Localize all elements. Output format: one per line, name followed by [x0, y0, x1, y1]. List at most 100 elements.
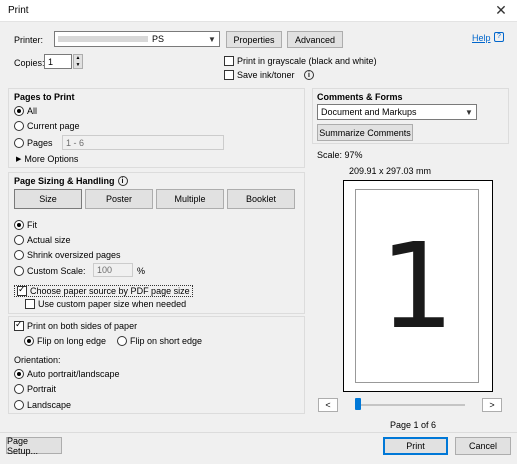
short-edge-label: Flip on short edge	[130, 336, 203, 346]
short-edge-radio[interactable]	[117, 336, 127, 346]
help-icon[interactable]: ?	[494, 32, 504, 42]
auto-orientation-radio[interactable]	[14, 369, 24, 379]
pages-range-label: Pages	[27, 138, 53, 148]
printer-select[interactable]: PS ▼	[54, 31, 220, 47]
info-icon[interactable]: i	[304, 70, 314, 80]
paper-source-option[interactable]: Choose paper source by PDF page size	[14, 284, 193, 297]
tab-booklet[interactable]: Booklet	[227, 189, 295, 209]
actual-size-label: Actual size	[27, 235, 71, 245]
next-page-button[interactable]: >	[482, 398, 502, 412]
custom-scale-radio[interactable]	[14, 266, 24, 276]
long-edge-option[interactable]: Flip on long edge	[24, 336, 106, 346]
preview-page: 1	[355, 189, 479, 383]
custom-paper-option[interactable]: Use custom paper size when needed	[25, 299, 186, 309]
stepper-up-icon[interactable]: ▲	[76, 55, 81, 61]
info-icon[interactable]: i	[117, 176, 128, 186]
triangle-right-icon[interactable]: ▶	[16, 155, 21, 163]
page-sizing-header-row: Page Sizing & Handling i	[14, 176, 128, 186]
landscape-label: Landscape	[27, 400, 72, 410]
auto-orientation-option[interactable]: Auto portrait/landscape	[14, 369, 120, 379]
copies-label: Copies:	[14, 58, 45, 68]
portrait-label: Portrait	[27, 384, 57, 394]
page-status: Page 1 of 6	[390, 420, 437, 430]
page-dimensions: 209.91 x 297.03 mm	[349, 166, 432, 176]
landscape-radio[interactable]	[14, 400, 24, 410]
landscape-option[interactable]: Landscape	[14, 400, 71, 410]
comments-selected-value: Document and Markups	[321, 107, 417, 117]
cancel-button[interactable]: Cancel	[455, 437, 511, 455]
both-sides-checkbox[interactable]	[14, 319, 24, 331]
fit-radio[interactable]	[14, 220, 24, 230]
both-sides-label: Print on both sides of paper	[27, 321, 138, 331]
page-slider-track[interactable]	[355, 404, 465, 406]
copies-input[interactable]: 1	[44, 54, 72, 69]
stepper-down-icon[interactable]: ▼	[76, 62, 81, 68]
long-edge-radio[interactable]	[24, 336, 34, 346]
custom-scale-option[interactable]: Custom Scale:	[14, 266, 86, 276]
window-title: Print	[8, 5, 29, 16]
portrait-option[interactable]: Portrait	[14, 384, 56, 394]
custom-scale-label: Custom Scale:	[27, 266, 86, 276]
printer-name-suffix: PS	[152, 34, 165, 44]
shrink-option[interactable]: Shrink oversized pages	[14, 250, 121, 260]
page-setup-button[interactable]: Page Setup...	[6, 436, 62, 456]
summarize-comments-button[interactable]: Summarize Comments	[317, 124, 413, 141]
paper-source-label: Choose paper source by PDF page size	[30, 286, 190, 296]
current-page-label: Current page	[27, 121, 80, 131]
title-bar: Print ✕	[0, 0, 517, 22]
grayscale-checkbox[interactable]	[224, 56, 234, 66]
portrait-radio[interactable]	[14, 384, 24, 394]
printer-label: Printer:	[14, 35, 44, 45]
pages-to-print-header: Pages to Print	[14, 92, 75, 102]
scale-text: Scale: 97%	[317, 150, 363, 160]
pages-range-option[interactable]: Pages	[14, 138, 53, 148]
custom-paper-label: Use custom paper size when needed	[38, 299, 187, 309]
pages-all-radio[interactable]	[14, 106, 24, 116]
pages-all-option[interactable]: All	[14, 106, 37, 116]
copies-stepper[interactable]: ▲ ▼	[73, 54, 83, 69]
save-ink-checkbox[interactable]	[224, 70, 234, 80]
pages-range-radio[interactable]	[14, 138, 24, 148]
preview-page-number: 1	[379, 217, 455, 355]
current-page-radio[interactable]	[14, 121, 24, 131]
chevron-down-icon: ▼	[465, 107, 473, 117]
pages-range-input[interactable]: 1 - 6	[62, 135, 224, 150]
print-button[interactable]: Print	[383, 437, 448, 455]
actual-size-option[interactable]: Actual size	[14, 235, 71, 245]
custom-paper-checkbox[interactable]	[25, 299, 35, 309]
close-icon[interactable]: ✕	[493, 2, 509, 18]
paper-source-checkbox[interactable]	[17, 284, 27, 296]
shrink-label: Shrink oversized pages	[27, 250, 121, 260]
tab-multiple[interactable]: Multiple	[156, 189, 224, 209]
long-edge-label: Flip on long edge	[37, 336, 107, 346]
percent-label: %	[137, 266, 146, 276]
current-page-option[interactable]: Current page	[14, 121, 80, 131]
tab-size[interactable]: Size	[14, 189, 82, 209]
advanced-button[interactable]: Advanced	[287, 31, 343, 48]
grayscale-option[interactable]: Print in grayscale (black and white)	[224, 56, 377, 66]
save-ink-label: Save ink/toner	[237, 70, 295, 80]
pages-all-label: All	[27, 106, 38, 116]
save-ink-option[interactable]: Save ink/toner	[224, 70, 295, 80]
auto-orientation-label: Auto portrait/landscape	[27, 369, 120, 379]
both-sides-option[interactable]: Print on both sides of paper	[14, 319, 138, 331]
help-link[interactable]: Help	[472, 33, 491, 43]
more-options-toggle[interactable]: ▶ More Options	[16, 154, 78, 164]
grayscale-label: Print in grayscale (black and white)	[237, 56, 377, 66]
tab-poster[interactable]: Poster	[85, 189, 153, 209]
chevron-down-icon: ▼	[208, 34, 216, 44]
comments-select[interactable]: Document and Markups ▼	[317, 104, 477, 120]
orientation-label: Orientation:	[14, 355, 61, 365]
short-edge-option[interactable]: Flip on short edge	[117, 336, 202, 346]
printer-name-redacted	[58, 36, 148, 42]
properties-button[interactable]: Properties	[226, 31, 282, 48]
page-sizing-header: Page Sizing & Handling	[14, 176, 115, 186]
custom-scale-input[interactable]: 100	[93, 263, 133, 277]
shrink-radio[interactable]	[14, 250, 24, 260]
more-options-label: More Options	[24, 154, 79, 164]
fit-option[interactable]: Fit	[14, 220, 37, 230]
prev-page-button[interactable]: <	[318, 398, 338, 412]
fit-label: Fit	[27, 220, 37, 230]
actual-size-radio[interactable]	[14, 235, 24, 245]
page-slider-thumb[interactable]	[355, 398, 361, 410]
